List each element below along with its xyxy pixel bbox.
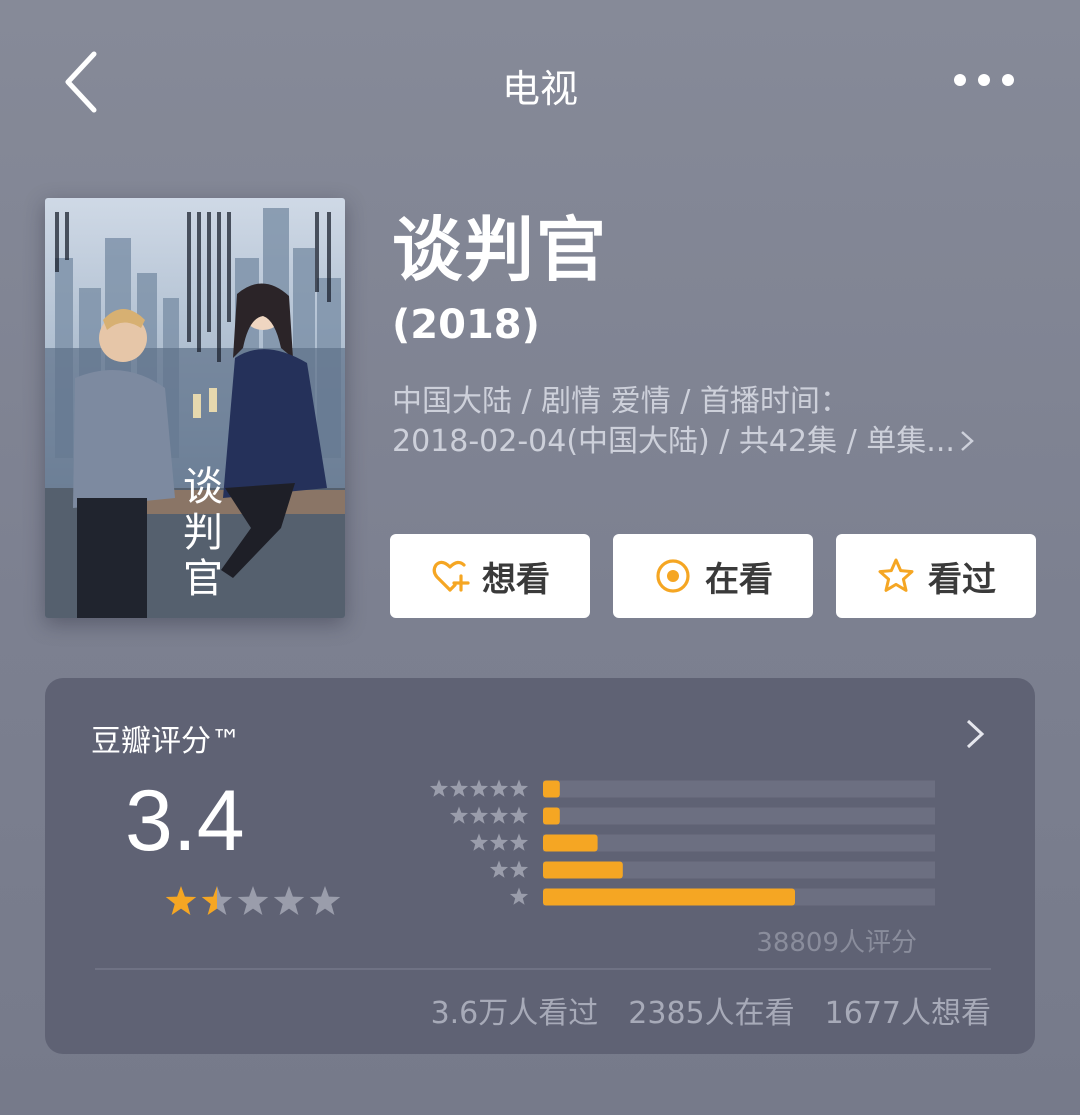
rating-card[interactable]: 豆瓣评分™ 3.4 38809人评分 3.6万人看过 2385人在看 1677人想看 <box>45 678 1035 1054</box>
histogram-star <box>469 779 489 797</box>
watching-count: 2385人在看 <box>628 996 795 1031</box>
histogram-track <box>543 834 935 852</box>
more-button[interactable] <box>948 66 1020 94</box>
watched-label: 看过 <box>928 559 996 600</box>
rating-card-title: 豆瓣评分™ <box>91 724 241 759</box>
histogram-star <box>509 833 529 851</box>
show-meta[interactable]: 中国大陆 / 剧情 爱情 / 首播时间： 2018-02-04(中国大陆) / … <box>392 382 1032 462</box>
star-outline-icon <box>878 558 914 592</box>
want-count: 1677人想看 <box>824 996 991 1031</box>
histogram-star <box>509 887 529 905</box>
rating-histogram <box>429 779 935 906</box>
rated-count: 38809人评分 <box>756 928 917 958</box>
show-year: (2018) <box>392 302 540 348</box>
histogram-star <box>509 779 529 797</box>
poster-artwork: 谈 判 官 <box>45 198 345 618</box>
overall-star <box>309 886 341 915</box>
overall-star <box>165 886 197 915</box>
rating-score: 3.4 <box>125 773 245 869</box>
chevron-right-icon <box>966 719 985 749</box>
histogram-star <box>489 860 509 878</box>
histogram-bar-3-star <box>543 834 598 852</box>
rating-detail-chevron[interactable] <box>963 716 987 752</box>
more-dots-icon <box>954 74 1014 86</box>
meta-line-2: 2018-02-04(中国大陆) / 共42集 / 单集... <box>392 422 1032 462</box>
show-title: 谈判官 <box>392 209 608 291</box>
histogram-star <box>469 806 489 824</box>
histogram-bar-5-star <box>543 780 560 798</box>
histogram-star <box>509 860 529 878</box>
watching-button[interactable]: 在看 <box>613 534 813 618</box>
poster-image[interactable]: 谈 判 官 <box>45 198 345 618</box>
watched-button[interactable]: 看过 <box>836 534 1036 618</box>
histogram-track <box>543 807 935 825</box>
overall-star <box>273 886 305 915</box>
want-to-watch-label: 想看 <box>482 559 550 600</box>
histogram-bar-1-star <box>543 888 795 906</box>
histogram-star <box>489 806 509 824</box>
histogram-star <box>429 779 449 797</box>
poster-title-char-2: 判 <box>183 510 223 556</box>
histogram-star <box>469 833 489 851</box>
target-circle-icon <box>656 559 690 593</box>
histogram-star <box>449 779 469 797</box>
heart-plus-icon <box>432 560 470 592</box>
watched-count: 3.6万人看过 <box>430 996 599 1031</box>
overall-star <box>201 886 233 915</box>
watch-stats: 3.6万人看过 2385人在看 1677人想看 <box>95 988 991 1032</box>
overall-star <box>237 886 269 915</box>
histogram-star <box>509 806 529 824</box>
meta-line-2-text: 2018-02-04(中国大陆) / 共42集 / 单集... <box>392 424 955 459</box>
meta-line-1: 中国大陆 / 剧情 爱情 / 首播时间： <box>392 384 850 419</box>
chevron-right-icon <box>961 431 974 451</box>
watching-label: 在看 <box>705 559 773 600</box>
histogram-bar-4-star <box>543 807 560 825</box>
poster-title-char-3: 官 <box>183 556 223 602</box>
want-to-watch-button[interactable]: 想看 <box>390 534 590 618</box>
histogram-star <box>489 779 509 797</box>
histogram-bar-2-star <box>543 861 623 879</box>
card-divider <box>95 968 991 970</box>
histogram-star <box>449 806 469 824</box>
histogram-track <box>543 780 935 798</box>
overall-stars <box>165 886 341 915</box>
histogram-star <box>489 833 509 851</box>
poster-title-char-1: 谈 <box>183 464 223 510</box>
page-title: 电视 <box>501 67 578 111</box>
